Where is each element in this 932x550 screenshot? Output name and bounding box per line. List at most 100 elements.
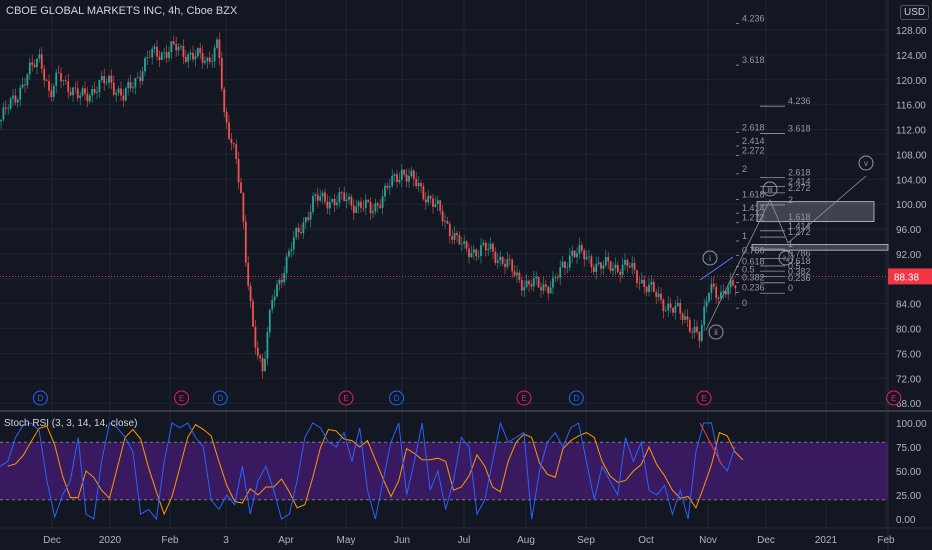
candle-body xyxy=(312,196,314,212)
candle-body xyxy=(564,261,566,269)
candle-body xyxy=(559,267,562,278)
fib-level-label: 2.272 xyxy=(742,146,765,156)
candle-body xyxy=(556,277,559,278)
time-tick-label: 2021 xyxy=(815,535,838,546)
candle-body xyxy=(376,203,379,206)
candle-body xyxy=(645,286,648,293)
candle-body xyxy=(230,138,233,144)
candle-body xyxy=(60,73,62,82)
candle-body xyxy=(691,331,694,333)
candle-body xyxy=(602,265,605,269)
price-chart[interactable]: 128.00124.00120.00116.00112.00108.00104.… xyxy=(0,0,932,550)
candle-body xyxy=(261,358,264,372)
candle-body xyxy=(81,88,84,96)
candle-body xyxy=(506,259,509,267)
time-tick-label: 3 xyxy=(223,535,229,546)
candle-body xyxy=(26,74,29,86)
candle-body xyxy=(643,279,646,287)
candle-body xyxy=(309,211,312,220)
candle-body xyxy=(132,87,134,89)
candle-body xyxy=(146,57,149,59)
symbol-title: CBOE GLOBAL MARKETS INC, 4h, Cboe BZX xyxy=(6,5,238,17)
candle-body xyxy=(12,95,14,99)
candle-body xyxy=(273,296,276,301)
candle-body xyxy=(168,51,170,58)
candle-body xyxy=(271,300,274,310)
currency-button[interactable]: USD xyxy=(900,5,930,20)
candle-body xyxy=(496,260,499,263)
candle-body xyxy=(715,286,718,298)
candle-body xyxy=(619,271,622,275)
candle-body xyxy=(703,306,706,325)
candle-body xyxy=(372,211,374,214)
price-tick-label: 104.00 xyxy=(896,175,927,186)
candle-body xyxy=(228,122,230,139)
candle-body xyxy=(16,99,19,103)
fib-level-label: 1.618 xyxy=(742,189,765,199)
candle-body xyxy=(544,284,547,287)
candle-body xyxy=(297,227,300,232)
candle-body xyxy=(712,283,715,287)
candle-body xyxy=(693,326,696,333)
candle-body xyxy=(578,245,581,254)
price-tick-label: 124.00 xyxy=(896,51,927,62)
candle-body xyxy=(698,331,701,341)
event-marker-label: D xyxy=(38,394,44,403)
price-tick-label: 112.00 xyxy=(896,126,926,137)
event-marker-label: D xyxy=(217,394,223,403)
candle-body xyxy=(331,198,334,203)
candle-body xyxy=(36,58,38,68)
candle-body xyxy=(232,143,235,145)
candle-body xyxy=(55,72,58,86)
candle-body xyxy=(319,196,322,201)
event-marker-label: E xyxy=(343,394,348,403)
candle-body xyxy=(604,256,607,266)
candle-body xyxy=(722,291,725,293)
candle-body xyxy=(360,201,362,208)
candle-body xyxy=(681,313,684,320)
candle-body xyxy=(52,85,55,98)
candle-body xyxy=(151,48,154,58)
candle-body xyxy=(321,192,324,197)
event-marker-label: E xyxy=(521,394,526,403)
candle-body xyxy=(343,192,346,202)
candle-body xyxy=(357,201,360,207)
candle-body xyxy=(328,202,331,209)
stoch-tick-label: 0.00 xyxy=(896,515,916,526)
candle-body xyxy=(254,326,257,348)
candle-body xyxy=(129,82,132,89)
candle-body xyxy=(333,198,336,205)
candle-body xyxy=(679,302,682,314)
candle-body xyxy=(79,95,82,99)
candle-body xyxy=(120,88,122,96)
current-price-label: 88.38 xyxy=(894,272,919,283)
fib-level-label: 0 xyxy=(788,283,793,293)
candle-body xyxy=(38,54,41,59)
candle-body xyxy=(710,283,713,293)
price-tick-label: 128.00 xyxy=(896,26,927,37)
candle-body xyxy=(532,278,535,287)
candle-body xyxy=(180,46,182,47)
candle-body xyxy=(105,82,108,84)
time-tick-label: Jul xyxy=(458,535,471,546)
candle-body xyxy=(621,264,624,275)
candle-body xyxy=(597,262,600,265)
wave-label: v xyxy=(864,159,868,168)
candle-body xyxy=(523,287,526,291)
candle-body xyxy=(614,264,617,269)
candle-body xyxy=(264,358,266,372)
candle-body xyxy=(148,57,151,58)
candle-body xyxy=(412,170,415,179)
candle-body xyxy=(43,68,46,81)
fib-level-label: 4.236 xyxy=(742,14,765,24)
wave-label: ii xyxy=(714,328,718,337)
candle-body xyxy=(410,170,413,177)
candle-body xyxy=(213,47,216,62)
candle-body xyxy=(561,261,564,268)
fib-level-label: 1 xyxy=(742,231,747,241)
candle-body xyxy=(732,280,734,286)
candle-body xyxy=(552,277,554,288)
candle-body xyxy=(384,185,386,197)
candle-body xyxy=(237,159,240,183)
candle-body xyxy=(676,302,679,306)
